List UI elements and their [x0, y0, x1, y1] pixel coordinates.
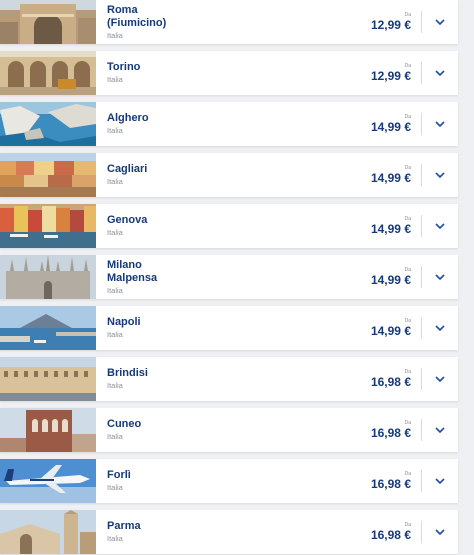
- destination-thumbnail: [0, 510, 96, 554]
- destination-thumbnail: [0, 51, 96, 95]
- destination-thumbnail: [0, 153, 96, 197]
- expand-button[interactable]: [422, 408, 458, 452]
- chevron-down-icon: [435, 171, 445, 178]
- country-name: Italia: [107, 126, 123, 135]
- chevron-down-icon: [435, 273, 445, 280]
- destination-card-genova[interactable]: Genova Italia Da 14,99 €: [0, 204, 458, 248]
- expand-button[interactable]: [422, 306, 458, 350]
- destination-thumbnail: [0, 204, 96, 248]
- destination-card-alghero[interactable]: Alghero Italia Da 14,99 €: [0, 102, 458, 146]
- expand-button[interactable]: [422, 153, 458, 197]
- chevron-down-icon: [435, 528, 445, 535]
- country-name: Italia: [107, 483, 123, 492]
- chevron-down-icon: [435, 120, 445, 127]
- price-value: 16,98 €: [370, 426, 411, 440]
- price-value: 14,99 €: [370, 120, 411, 134]
- destination-thumbnail: [0, 306, 96, 350]
- destination-thumbnail: [0, 255, 96, 299]
- price-value: 14,99 €: [370, 222, 411, 236]
- price-value: 14,99 €: [370, 171, 411, 185]
- destination-thumbnail: [0, 357, 96, 401]
- city-name: Parma: [107, 520, 141, 532]
- price-value: 14,99 €: [370, 273, 411, 287]
- chevron-down-icon: [435, 18, 445, 25]
- destination-card-cagliari[interactable]: Cagliari Italia Da 14,99 €: [0, 153, 458, 197]
- price-value: 16,98 €: [370, 375, 411, 389]
- price-value: 12,99 €: [370, 18, 411, 32]
- destination-list: Roma (Fiumicino) Italia Da 12,99 € Torin…: [0, 0, 474, 555]
- country-name: Italia: [107, 534, 123, 543]
- chevron-down-icon: [435, 375, 445, 382]
- country-name: Italia: [107, 30, 123, 40]
- destination-thumbnail: [0, 0, 96, 44]
- expand-button[interactable]: [422, 459, 458, 503]
- chevron-down-icon: [435, 477, 445, 484]
- chevron-down-icon: [435, 222, 445, 229]
- price-value: 12,99 €: [370, 69, 411, 83]
- city-name: Cagliari: [107, 163, 148, 175]
- city-name: Alghero: [107, 112, 149, 124]
- country-name: Italia: [107, 177, 123, 186]
- destination-thumbnail: [0, 459, 96, 503]
- chevron-down-icon: [435, 69, 445, 76]
- destination-card-torino[interactable]: Torino Italia Da 12,99 €: [0, 51, 458, 95]
- city-name: Napoli: [107, 316, 141, 328]
- country-name: Italia: [107, 330, 123, 339]
- destination-thumbnail: [0, 102, 96, 146]
- destination-card-brindisi[interactable]: Brindisi Italia Da 16,98 €: [0, 357, 458, 401]
- expand-button[interactable]: [422, 510, 458, 554]
- price-value: 14,99 €: [370, 324, 411, 338]
- destination-card-milano[interactable]: Milano Malpensa Italia Da 14,99 €: [0, 255, 458, 299]
- expand-button[interactable]: [422, 255, 458, 299]
- country-name: Italia: [107, 75, 123, 84]
- city-name: Genova: [107, 214, 148, 226]
- expand-button[interactable]: [422, 51, 458, 95]
- country-name: Italia: [107, 285, 123, 295]
- country-name: Italia: [107, 381, 123, 390]
- country-name: Italia: [107, 228, 123, 237]
- country-name: Italia: [107, 432, 123, 441]
- expand-button[interactable]: [422, 357, 458, 401]
- destination-card-roma[interactable]: Roma (Fiumicino) Italia Da 12,99 €: [0, 0, 458, 44]
- chevron-down-icon: [435, 426, 445, 433]
- city-name: Roma (Fiumicino): [107, 3, 167, 29]
- expand-button[interactable]: [422, 0, 458, 44]
- city-name: Milano Malpensa: [107, 258, 158, 284]
- price-value: 16,98 €: [370, 528, 411, 542]
- city-name: Cuneo: [107, 418, 142, 430]
- expand-button[interactable]: [422, 204, 458, 248]
- chevron-down-icon: [435, 324, 445, 331]
- city-name: Forlì: [107, 469, 131, 481]
- destination-card-forli[interactable]: Forlì Italia Da 16,98 €: [0, 459, 458, 503]
- expand-button[interactable]: [422, 102, 458, 146]
- city-name: Torino: [107, 61, 141, 73]
- destination-thumbnail: [0, 408, 96, 452]
- destination-card-cuneo[interactable]: Cuneo Italia Da 16,98 €: [0, 408, 458, 452]
- price-value: 16,98 €: [370, 477, 411, 491]
- destination-card-parma[interactable]: Parma Italia Da 16,98 €: [0, 510, 458, 554]
- city-name: Brindisi: [107, 367, 148, 379]
- destination-card-napoli[interactable]: Napoli Italia Da 14,99 €: [0, 306, 458, 350]
